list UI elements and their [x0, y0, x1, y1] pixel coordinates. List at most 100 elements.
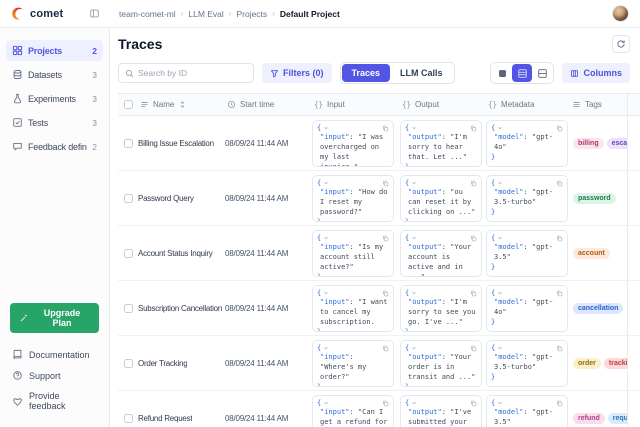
filters-button[interactable]: Filters (0): [262, 63, 332, 83]
chevron-down-icon[interactable]: [497, 180, 503, 186]
copy-icon[interactable]: [382, 235, 389, 242]
copy-icon[interactable]: [556, 290, 563, 297]
copy-icon[interactable]: [470, 345, 477, 352]
row-height-medium-button[interactable]: [512, 64, 532, 82]
breadcrumb-projects[interactable]: Projects: [236, 9, 267, 19]
output-json[interactable]: { "output": "ou can reset it by clicking…: [400, 175, 482, 222]
tag[interactable]: refund: [573, 413, 605, 424]
chevron-down-icon[interactable]: [411, 180, 417, 186]
sidebar-item-provide-feedback[interactable]: Provide feedback: [6, 387, 103, 415]
column-header-metadata[interactable]: {} Metadata: [486, 100, 570, 109]
chevron-down-icon[interactable]: [323, 345, 329, 351]
sidebar-item-tests[interactable]: Tests 3: [6, 112, 103, 133]
copy-icon[interactable]: [470, 180, 477, 187]
copy-icon[interactable]: [470, 235, 477, 242]
row-checkbox[interactable]: [124, 414, 133, 423]
column-header-input[interactable]: {} Input: [312, 100, 400, 109]
metadata-json[interactable]: { "model": "gpt-4o" }: [486, 285, 568, 332]
row-checkbox[interactable]: [124, 249, 133, 258]
chevron-down-icon[interactable]: [497, 400, 503, 406]
copy-icon[interactable]: [382, 400, 389, 407]
sidebar-item-support[interactable]: Support: [6, 366, 103, 385]
output-json[interactable]: { "output": "I've submitted your refund …: [400, 395, 482, 427]
metadata-json[interactable]: { "model": "gpt-3.5" }: [486, 395, 568, 427]
sidebar-item-datasets[interactable]: Datasets 3: [6, 64, 103, 85]
row-checkbox[interactable]: [124, 304, 133, 313]
breadcrumb-workspace[interactable]: team-comet-ml: [119, 9, 176, 19]
input-json[interactable]: { "input": "Where's my order?" }: [312, 340, 394, 387]
chevron-down-icon[interactable]: [323, 180, 329, 186]
upgrade-plan-button[interactable]: Upgrade Plan: [10, 303, 99, 333]
chevron-down-icon[interactable]: [497, 235, 503, 241]
search-input[interactable]: [138, 68, 247, 78]
sidebar-item-projects[interactable]: Projects 2: [6, 40, 103, 61]
columns-button[interactable]: Columns: [562, 63, 630, 83]
column-header-start-time[interactable]: Start time: [225, 100, 312, 109]
output-json[interactable]: { "output": "Your account is active and …: [400, 230, 482, 277]
copy-icon[interactable]: [382, 180, 389, 187]
chevron-down-icon[interactable]: [411, 125, 417, 131]
output-json[interactable]: { "output": "I'm sorry to hear that. Let…: [400, 120, 482, 167]
table-row[interactable]: Password Query 08/09/24 11:44 AM { "inpu…: [118, 171, 640, 226]
input-json[interactable]: { "input": "I was overcharged on my last…: [312, 120, 394, 167]
metadata-json[interactable]: { "model": "gpt-3.5-turbo" }: [486, 175, 568, 222]
table-row[interactable]: Subscription Cancellation 08/09/24 11:44…: [118, 281, 640, 336]
copy-icon[interactable]: [382, 345, 389, 352]
user-avatar[interactable]: [612, 5, 629, 22]
row-checkbox[interactable]: [124, 359, 133, 368]
chevron-down-icon[interactable]: [497, 290, 503, 296]
breadcrumb-section[interactable]: LLM Eval: [188, 9, 223, 19]
chevron-down-icon[interactable]: [323, 235, 329, 241]
chevron-down-icon[interactable]: [497, 125, 503, 131]
sidebar-collapse-icon[interactable]: [87, 7, 101, 21]
copy-icon[interactable]: [556, 180, 563, 187]
copy-icon[interactable]: [470, 400, 477, 407]
chevron-down-icon[interactable]: [411, 400, 417, 406]
chevron-down-icon[interactable]: [323, 125, 329, 131]
tag[interactable]: tracking: [604, 358, 628, 369]
metadata-json[interactable]: { "model": "gpt-3.5-turbo" }: [486, 340, 568, 387]
metadata-json[interactable]: { "model": "gpt-3.5" }: [486, 230, 568, 277]
copy-icon[interactable]: [556, 400, 563, 407]
tag[interactable]: billing: [573, 138, 604, 149]
output-json[interactable]: { "output": "I'm sorry to see you go. I'…: [400, 285, 482, 332]
tag[interactable]: account: [573, 248, 610, 259]
input-json[interactable]: { "input": "How do I reset my password?"…: [312, 175, 394, 222]
row-checkbox[interactable]: [124, 139, 133, 148]
chevron-down-icon[interactable]: [411, 345, 417, 351]
copy-icon[interactable]: [556, 235, 563, 242]
metadata-json[interactable]: { "model": "gpt-4o" }: [486, 120, 568, 167]
tag[interactable]: request: [608, 413, 628, 424]
tab-traces[interactable]: Traces: [342, 64, 391, 82]
input-json[interactable]: { "input": "Can I get a refund for my la…: [312, 395, 394, 427]
chevron-down-icon[interactable]: [323, 290, 329, 296]
sidebar-item-experiments[interactable]: Experiments 3: [6, 88, 103, 109]
tag[interactable]: escalation: [607, 138, 628, 149]
copy-icon[interactable]: [556, 345, 563, 352]
chevron-down-icon[interactable]: [411, 235, 417, 241]
table-row[interactable]: Refund Request 08/09/24 11:44 AM { "inpu…: [118, 391, 640, 427]
table-row[interactable]: Billing Issue Escalation 08/09/24 11:44 …: [118, 116, 640, 171]
row-checkbox[interactable]: [124, 194, 133, 203]
output-json[interactable]: { "output": "Your order is in transit an…: [400, 340, 482, 387]
copy-icon[interactable]: [470, 290, 477, 297]
tag[interactable]: cancellation: [573, 303, 623, 314]
table-row[interactable]: Account Status Inquiry 08/09/24 11:44 AM…: [118, 226, 640, 281]
column-header-name[interactable]: Name: [138, 100, 225, 109]
sidebar-item-documentation[interactable]: Documentation: [6, 345, 103, 364]
tag[interactable]: password: [573, 193, 616, 204]
copy-icon[interactable]: [382, 125, 389, 132]
chevron-down-icon[interactable]: [323, 400, 329, 406]
copy-icon[interactable]: [470, 125, 477, 132]
tab-llm-calls[interactable]: LLM Calls: [390, 64, 453, 82]
refresh-button[interactable]: [612, 35, 630, 53]
chevron-down-icon[interactable]: [497, 345, 503, 351]
tag[interactable]: order: [573, 358, 601, 369]
chevron-down-icon[interactable]: [411, 290, 417, 296]
row-height-small-button[interactable]: [492, 64, 512, 82]
table-row[interactable]: Order Tracking 08/09/24 11:44 AM { "inpu…: [118, 336, 640, 391]
column-header-tags[interactable]: Tags: [570, 94, 628, 115]
column-header-output[interactable]: {} Output: [400, 100, 486, 109]
input-json[interactable]: { "input": "I want to cancel my subscrip…: [312, 285, 394, 332]
select-all-checkbox[interactable]: [124, 100, 133, 109]
